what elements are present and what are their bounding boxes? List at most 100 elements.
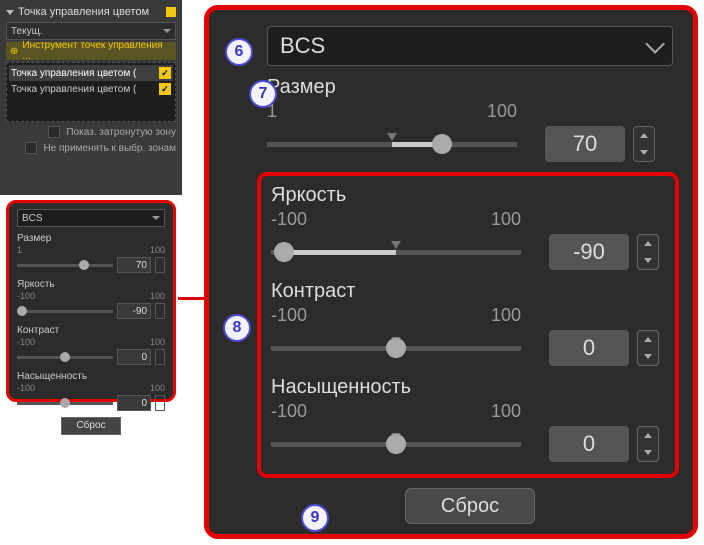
step-up-icon[interactable] [644, 241, 652, 246]
bcs-mode-select-small[interactable]: BCS [17, 209, 165, 227]
param-label: Насыщенность [271, 376, 665, 399]
checkbox-off[interactable] [25, 142, 37, 154]
current-selector[interactable]: Текущ. [6, 22, 176, 40]
param-label: Размер [17, 233, 165, 244]
contrast-value-small[interactable]: 0 [117, 349, 151, 365]
param-max: 100 [487, 101, 517, 122]
option-label: Показ. затронутую зону [66, 127, 176, 138]
slider-thumb-icon[interactable] [79, 260, 89, 270]
list-item[interactable]: Точка управления цветом ( ✓ [9, 65, 173, 81]
chevron-down-icon [645, 34, 665, 54]
no-apply-option[interactable]: Не применять к выбр. зонам [6, 140, 176, 156]
brightness-slider[interactable] [271, 250, 521, 255]
contrast-slider-small[interactable] [17, 356, 113, 359]
bcs-panel-small: BCS Размер 1 100 70 Яркость -100 100 -90 К… [6, 200, 176, 402]
contrast-stepper[interactable] [637, 330, 659, 366]
color-control-panel: Точка управления цветом Текущ. ⊕ Инструм… [0, 0, 182, 195]
brightness-value-small[interactable]: -90 [117, 303, 151, 319]
slider-thumb-icon[interactable] [60, 352, 70, 362]
slider-thumb-icon[interactable] [274, 242, 294, 262]
contrast-param-small: Контраст -100 100 0 [17, 325, 165, 365]
saturation-value-small[interactable]: 0 [117, 395, 151, 411]
item-label: Точка управления цветом ( [11, 68, 136, 79]
size-slider[interactable] [267, 142, 517, 147]
param-max: 100 [150, 291, 165, 301]
param-min: -100 [17, 383, 35, 393]
color-swatch [166, 7, 176, 17]
checkbox-on[interactable]: ✓ [159, 83, 171, 95]
brightness-param: Яркость -100100 -90 [271, 184, 665, 270]
option-label: Не применять к выбр. зонам [43, 143, 176, 154]
size-param-small: Размер 1 100 70 [17, 233, 165, 273]
size-value[interactable]: 70 [545, 126, 625, 162]
param-max: 100 [150, 337, 165, 347]
param-label: Яркость [17, 279, 165, 290]
bcs-group: Яркость -100100 -90 Контраст -100 100 [257, 172, 679, 478]
slider-thumb-icon[interactable] [17, 306, 27, 316]
size-value-small[interactable]: 70 [117, 257, 151, 273]
brightness-stepper[interactable] [637, 234, 659, 270]
slider-thumb-icon[interactable] [386, 434, 406, 454]
contrast-value[interactable]: 0 [549, 330, 629, 366]
callout-badge: 7 [249, 80, 277, 108]
saturation-stepper[interactable] [637, 426, 659, 462]
callout-badge: 8 [223, 314, 251, 342]
saturation-param-small: Насыщенность -100 100 0 [17, 371, 165, 411]
chevron-down-icon [163, 29, 171, 33]
saturation-value[interactable]: 0 [549, 426, 629, 462]
param-min: -100 [271, 401, 307, 422]
contrast-stepper-small[interactable] [155, 349, 165, 365]
param-max: 100 [150, 383, 165, 393]
saturation-slider[interactable] [271, 442, 521, 447]
param-min: 1 [17, 245, 22, 255]
default-marker-icon [387, 133, 397, 141]
brightness-slider-small[interactable] [17, 310, 113, 313]
slider-thumb-icon[interactable] [386, 338, 406, 358]
checkbox-on[interactable]: ✓ [159, 67, 171, 79]
section-header[interactable]: Точка управления цветом [6, 4, 176, 20]
param-label: Яркость [271, 184, 665, 207]
param-label: Контраст [271, 280, 665, 303]
reset-button[interactable]: Сброс [405, 488, 535, 524]
bcs-select-label: BCS [22, 213, 43, 224]
chevron-down-icon [152, 216, 160, 220]
slider-thumb-icon[interactable] [60, 398, 70, 408]
step-up-icon[interactable] [644, 337, 652, 342]
brightness-value[interactable]: -90 [549, 234, 629, 270]
step-down-icon[interactable] [644, 354, 652, 359]
step-down-icon[interactable] [644, 258, 652, 263]
reset-button-small[interactable]: Сброс [61, 417, 121, 435]
size-stepper[interactable] [633, 126, 655, 162]
brightness-param-small: Яркость -100 100 -90 [17, 279, 165, 319]
param-max: 100 [491, 305, 521, 326]
section-title: Точка управления цветом [18, 6, 149, 18]
default-marker-icon [391, 241, 401, 249]
show-zone-option[interactable]: Показ. затронутую зону [6, 124, 176, 140]
size-stepper-small[interactable] [155, 257, 165, 273]
saturation-slider-small[interactable] [17, 402, 113, 405]
size-slider-small[interactable] [17, 264, 113, 267]
param-min: -100 [17, 291, 35, 301]
param-max: 100 [150, 245, 165, 255]
step-down-icon[interactable] [640, 150, 648, 155]
tool-icon: ⊕ [10, 46, 18, 57]
param-min: -100 [17, 337, 35, 347]
bcs-mode-select[interactable]: BCS [267, 26, 673, 66]
checkbox-off[interactable] [48, 126, 60, 138]
color-point-tool[interactable]: ⊕ Инструмент точек управления ... [6, 42, 176, 60]
color-points-list: Точка управления цветом ( ✓ Точка управл… [6, 62, 176, 122]
contrast-slider[interactable] [271, 346, 521, 351]
brightness-stepper-small[interactable] [155, 303, 165, 319]
saturation-stepper-small[interactable] [155, 395, 165, 411]
param-label: Насыщенность [17, 371, 165, 382]
step-up-icon[interactable] [644, 433, 652, 438]
slider-thumb-icon[interactable] [432, 134, 452, 154]
param-min: -100 [271, 209, 307, 230]
list-item[interactable]: Точка управления цветом ( ✓ [9, 81, 173, 97]
step-up-icon[interactable] [640, 133, 648, 138]
slider-fill [284, 250, 397, 255]
step-down-icon[interactable] [644, 450, 652, 455]
current-label: Текущ. [11, 26, 43, 37]
param-label: Контраст [17, 325, 165, 336]
contrast-param: Контраст -100100 0 [271, 280, 665, 366]
